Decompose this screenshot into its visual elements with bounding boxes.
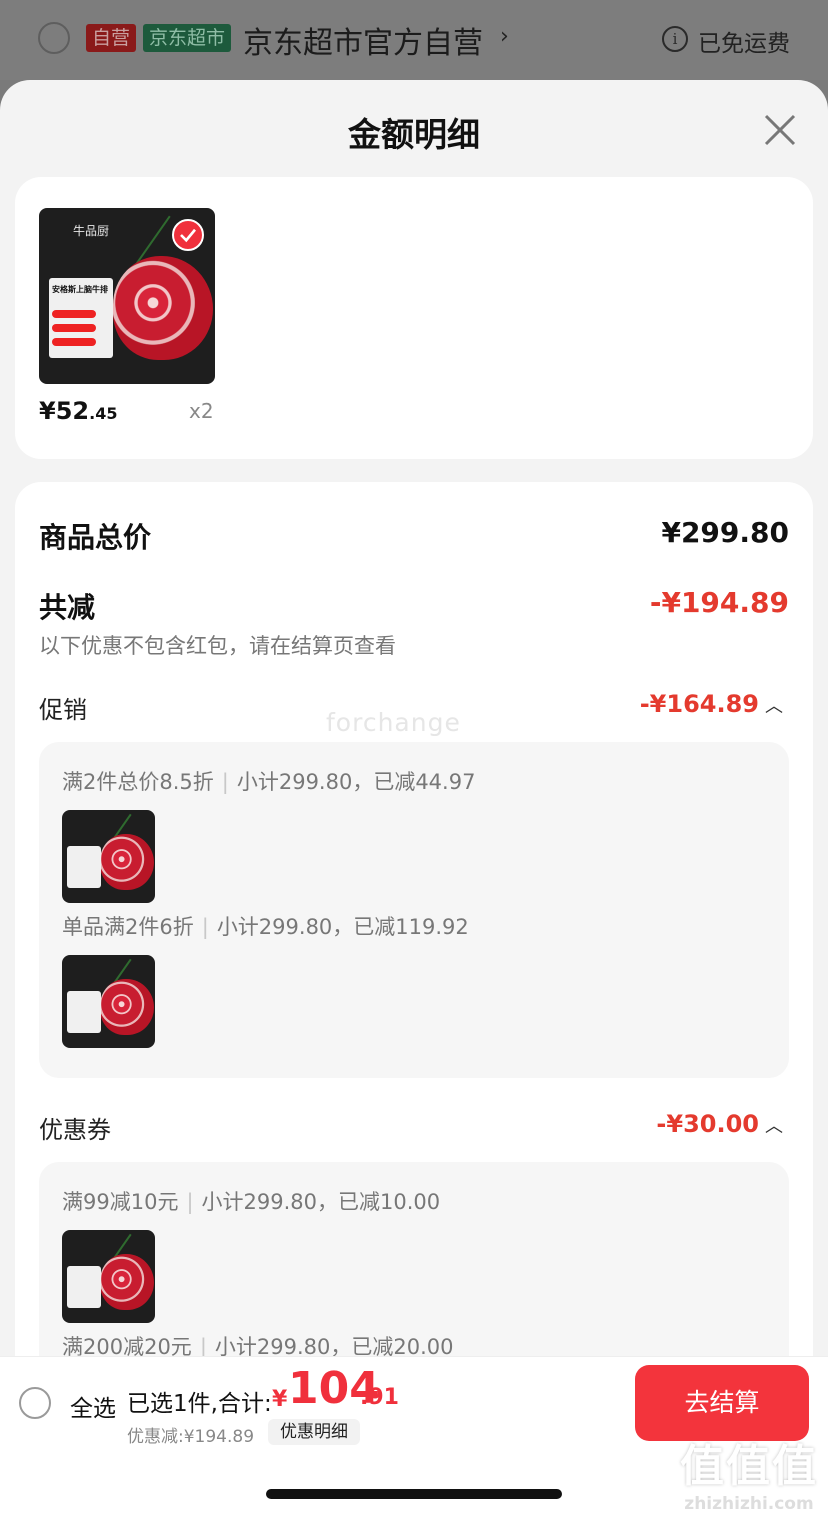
total-reduction-label: 共减 bbox=[39, 591, 96, 624]
promotion-rule: 满2件总价8.5折 bbox=[62, 770, 214, 794]
discount-detail-button[interactable]: 优惠明细 bbox=[268, 1419, 360, 1445]
promotion-label: 促销 bbox=[39, 696, 87, 724]
promotion-detail: 小计299.80，已减44.97 bbox=[236, 770, 476, 794]
promotion-list: 满2件总价8.5折 | 小计299.80，已减44.97 单品满2件6折 | 小计299… bbox=[39, 742, 789, 1078]
product-info-panel bbox=[67, 1266, 101, 1308]
promotion-product-thumb bbox=[62, 810, 155, 903]
price-detail-card: 商品总价 ¥299.80 共减 -¥194.89 以下优惠不包含红包，请在结算页… bbox=[15, 482, 813, 1492]
site-watermark: 值值值 zhizhizhi.com bbox=[676, 1430, 822, 1514]
promotion-product-thumb bbox=[62, 955, 155, 1048]
steak-graphic bbox=[100, 979, 154, 1035]
reduction-note: 以下优惠不包含红包，请在结算页查看 bbox=[39, 634, 396, 658]
info-icon[interactable]: i bbox=[662, 26, 688, 52]
selected-count-text: 已选1件,合计: bbox=[127, 1391, 272, 1417]
promotion-rule: 单品满2件6折 bbox=[62, 915, 194, 939]
product-info-panel bbox=[67, 846, 101, 888]
coupon-product-thumb bbox=[62, 1230, 155, 1323]
steak-graphic bbox=[100, 834, 154, 890]
product-quantity: x2 bbox=[189, 399, 214, 423]
total-currency: ¥ bbox=[272, 1387, 288, 1412]
total-price-label: 商品总价 bbox=[39, 521, 152, 554]
price-decimal: .45 bbox=[89, 404, 118, 423]
product-image[interactable]: 牛品厨 安格斯上脑牛排 bbox=[39, 208, 215, 384]
feature-pill-2 bbox=[52, 324, 96, 332]
supermarket-tag: 京东超市 bbox=[143, 24, 232, 52]
price-integer: ¥52 bbox=[39, 397, 90, 425]
amount-detail-sheet: 金额明细 牛品厨 安格斯上脑牛排 ¥52.45 x2 商品总价 ¥299.80 … bbox=[0, 80, 828, 1514]
product-info-panel bbox=[67, 991, 101, 1033]
store-header: 自营 京东超市 京东超市官方自营 › i 已免运费 bbox=[0, 0, 828, 80]
feature-pill-1 bbox=[52, 310, 96, 318]
promotion-item-1: 满2件总价8.5折 | 小计299.80，已减44.97 bbox=[62, 766, 475, 796]
coupon-detail: 小计299.80，已减10.00 bbox=[201, 1190, 441, 1214]
chevron-right-icon[interactable]: › bbox=[500, 24, 509, 49]
steak-graphic bbox=[100, 1254, 154, 1310]
divider: | bbox=[186, 1190, 194, 1214]
coupon-item-1: 满99减10元 | 小计299.80，已减10.00 bbox=[62, 1186, 440, 1216]
product-name-label: 安格斯上脑牛排 bbox=[52, 285, 108, 294]
promotion-detail: 小计299.80，已减119.92 bbox=[216, 915, 469, 939]
promotion-toggle[interactable]: -¥164.89 ︿ bbox=[640, 690, 783, 718]
coupon-label: 优惠券 bbox=[39, 1116, 111, 1144]
home-indicator[interactable] bbox=[266, 1489, 562, 1499]
image-watermark: forchange bbox=[326, 708, 461, 737]
discount-summary: 优惠减:¥194.89 bbox=[127, 1427, 255, 1447]
store-name[interactable]: 京东超市官方自营 bbox=[243, 18, 483, 62]
store-select-radio[interactable] bbox=[38, 22, 70, 54]
divider: | bbox=[201, 915, 209, 939]
site-watermark-url: zhizhizhi.com bbox=[684, 1494, 814, 1514]
steak-graphic bbox=[113, 256, 213, 360]
chevron-up-icon[interactable]: ︿ bbox=[765, 696, 783, 717]
promotion-value: -¥164.89 bbox=[639, 690, 759, 718]
select-all-radio[interactable] bbox=[19, 1387, 51, 1419]
close-icon[interactable] bbox=[762, 112, 798, 148]
chevron-up-icon[interactable]: ︿ bbox=[765, 1116, 783, 1137]
product-info-panel: 安格斯上脑牛排 bbox=[49, 278, 113, 358]
divider: | bbox=[221, 770, 229, 794]
self-operated-tag: 自营 bbox=[86, 24, 137, 52]
select-all-label[interactable]: 全选 bbox=[70, 1389, 116, 1423]
shipping-status: 已免运费 bbox=[698, 31, 790, 57]
coupon-value: -¥30.00 bbox=[656, 1110, 759, 1138]
site-watermark-logo: 值值值 bbox=[680, 1441, 818, 1492]
product-card: 牛品厨 安格斯上脑牛排 ¥52.45 x2 bbox=[15, 177, 813, 459]
promotion-item-2: 单品满2件6折 | 小计299.80，已减119.92 bbox=[62, 911, 469, 941]
feature-pill-3 bbox=[52, 338, 96, 346]
total-reduction-value: -¥194.89 bbox=[649, 586, 789, 619]
product-price: ¥52.45 bbox=[39, 397, 117, 425]
total-price-value: ¥299.80 bbox=[661, 516, 789, 549]
selected-check-icon[interactable] bbox=[172, 219, 204, 251]
sheet-title: 金额明细 bbox=[348, 115, 480, 154]
brand-label: 牛品厨 bbox=[73, 224, 110, 238]
coupon-toggle[interactable]: -¥30.00 ︿ bbox=[656, 1110, 783, 1138]
total-amount-decimal: .91 bbox=[360, 1385, 399, 1410]
coupon-rule: 满99减10元 bbox=[62, 1190, 179, 1214]
